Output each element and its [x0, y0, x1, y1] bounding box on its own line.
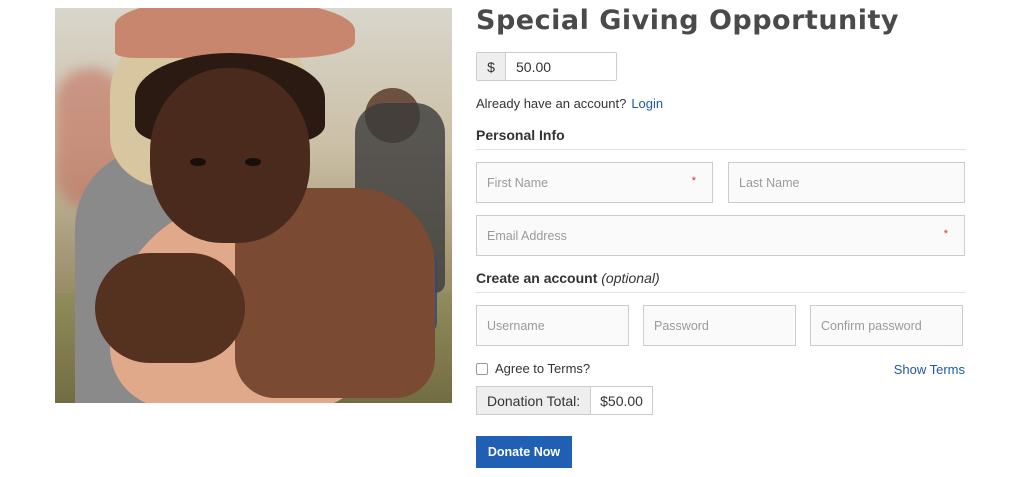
optional-label: (optional): [601, 270, 660, 286]
create-account-heading-text: Create an account: [476, 270, 598, 286]
confirm-password-placeholder: Confirm password: [821, 318, 922, 333]
password-placeholder: Password: [654, 318, 709, 333]
photo-child-face: [150, 68, 310, 243]
email-placeholder: Email Address: [487, 228, 567, 243]
donation-page: Special Giving Opportunity $ 50.00 Alrea…: [0, 0, 1024, 477]
amount-input[interactable]: 50.00: [506, 53, 616, 80]
amount-field[interactable]: $ 50.00: [476, 52, 617, 81]
donate-now-button[interactable]: Donate Now: [476, 436, 572, 468]
hero-photo: [55, 8, 452, 403]
email-field[interactable]: Email Address *: [476, 215, 965, 256]
photo-child-eye-right: [245, 158, 261, 166]
personal-info-heading: Personal Info: [476, 127, 966, 150]
email-required-mark: *: [943, 228, 948, 240]
first-name-field[interactable]: First Name *: [476, 162, 713, 203]
password-field[interactable]: Password: [643, 305, 796, 346]
login-prompt: Already have an account? Login: [476, 96, 663, 111]
agree-terms-checkbox[interactable]: [476, 362, 488, 375]
login-prompt-text: Already have an account?: [476, 96, 627, 111]
agree-terms[interactable]: Agree to Terms?: [476, 361, 590, 376]
agree-terms-label: Agree to Terms?: [495, 361, 591, 376]
show-terms-link[interactable]: Show Terms: [894, 362, 965, 377]
username-field[interactable]: Username: [476, 305, 629, 346]
create-account-heading: Create an account (optional): [476, 270, 966, 293]
username-placeholder: Username: [487, 318, 545, 333]
photo-child-hand: [95, 253, 245, 363]
photo-child-eye-left: [190, 158, 206, 166]
photo-cap: [115, 8, 355, 58]
currency-symbol: $: [477, 53, 506, 80]
first-name-required-mark: *: [691, 175, 696, 187]
personal-info-heading-text: Personal Info: [476, 127, 565, 143]
donation-total-label: Donation Total:: [477, 387, 592, 414]
last-name-field[interactable]: Last Name: [728, 162, 965, 203]
donation-total: Donation Total: $50.00: [476, 386, 653, 415]
confirm-password-field[interactable]: Confirm password: [810, 305, 963, 346]
page-title: Special Giving Opportunity: [476, 5, 900, 36]
donation-total-value: $50.00: [591, 387, 652, 414]
last-name-placeholder: Last Name: [739, 175, 800, 190]
first-name-placeholder: First Name: [487, 175, 549, 190]
login-link[interactable]: Login: [631, 96, 663, 111]
